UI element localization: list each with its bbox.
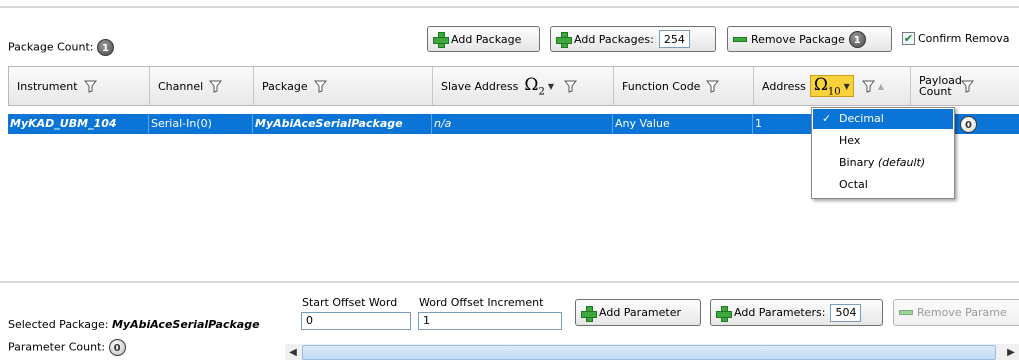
- column-label: Package: [262, 79, 308, 93]
- filter-icon[interactable]: [83, 80, 97, 93]
- filter-icon[interactable]: [313, 80, 327, 93]
- cell-slave-address[interactable]: n/a: [432, 114, 613, 134]
- add-package-button[interactable]: Add Package: [427, 26, 540, 52]
- cell-channel[interactable]: Serial-In(0): [149, 114, 253, 134]
- filter-icon[interactable]: [706, 80, 720, 93]
- dropdown-arrow-icon: ▼: [843, 81, 850, 91]
- minus-icon: [733, 36, 747, 42]
- address-radix-selector[interactable]: Ω10 ▼: [809, 74, 854, 98]
- plus-icon: [581, 305, 597, 322]
- plus-icon: [556, 32, 572, 48]
- menu-item-octal[interactable]: Octal: [813, 175, 953, 195]
- menu-item-label: Octal: [839, 178, 868, 191]
- remove-package-badge: 1: [848, 30, 866, 48]
- radix-symbol: Ω: [524, 74, 539, 95]
- remove-parameter-button[interactable]: Remove Parame: [893, 299, 1019, 326]
- package-count-badge: 1: [96, 39, 114, 56]
- scrollbar-thumb[interactable]: [302, 345, 996, 360]
- remove-package-label: Remove Package: [751, 32, 845, 46]
- radix-base: 2: [538, 86, 545, 98]
- column-label: Slave Address: [441, 79, 519, 93]
- filter-icon[interactable]: [861, 80, 875, 93]
- top-divider: [0, 6, 1019, 8]
- menu-item-label: Decimal: [839, 112, 884, 125]
- menu-item-label: Binary: [839, 156, 878, 169]
- column-header-function-code[interactable]: Function Code: [614, 67, 754, 105]
- radix-dropdown-menu: ✓ Decimal Hex Binary (default) Octal: [811, 107, 955, 199]
- menu-item-binary[interactable]: Binary (default): [813, 153, 953, 173]
- add-parameters-count-input[interactable]: 504: [830, 303, 862, 322]
- parameter-count: Parameter Count: 0: [8, 339, 126, 356]
- add-parameter-label: Add Parameter: [599, 306, 682, 319]
- cell-instrument[interactable]: MyKAD_UBM_104: [8, 114, 149, 134]
- scroll-right-icon[interactable]: ▶: [1003, 345, 1019, 360]
- selected-package-name: MyAbiAceSerialPackage: [111, 318, 260, 331]
- radix-base: 10: [827, 86, 841, 98]
- checkmark-icon: ✔: [902, 32, 915, 45]
- confirm-removal-checkbox[interactable]: ✔ Confirm Remova: [902, 32, 1009, 45]
- menu-item-default-note: (default): [877, 156, 926, 169]
- column-label: Instrument: [17, 79, 78, 93]
- minus-icon: [899, 310, 913, 315]
- column-header-slave-address[interactable]: Slave Address Ω2 ▼: [433, 67, 614, 105]
- filter-icon[interactable]: [961, 80, 974, 93]
- filter-icon[interactable]: [209, 80, 223, 93]
- confirm-removal-label: Confirm Remova: [918, 32, 1010, 45]
- column-label: Function Code: [622, 79, 701, 93]
- parameter-count-badge: 0: [108, 339, 126, 356]
- filter-icon[interactable]: [564, 80, 578, 93]
- add-parameter-button[interactable]: Add Parameter: [575, 299, 701, 326]
- column-header-package[interactable]: Package: [254, 67, 433, 105]
- start-offset-label: Start Offset Word: [302, 296, 398, 309]
- cell-function-code[interactable]: Any Value: [613, 114, 753, 134]
- column-header-channel[interactable]: Channel: [150, 67, 254, 105]
- menu-item-hex[interactable]: Hex: [813, 131, 953, 151]
- add-parameters-label: Add Parameters:: [734, 306, 826, 319]
- column-label: Channel: [158, 79, 204, 93]
- add-parameters-button[interactable]: Add Parameters: 504: [710, 299, 883, 326]
- cell-package[interactable]: MyAbiAceSerialPackage: [253, 114, 432, 134]
- horizontal-scrollbar[interactable]: ◀ ▶: [285, 344, 1019, 360]
- package-count-label: Package Count:: [8, 40, 94, 54]
- radix-symbol: Ω: [813, 74, 828, 95]
- remove-package-button[interactable]: Remove Package 1: [727, 26, 892, 52]
- dropdown-arrow-icon[interactable]: ▼: [548, 82, 554, 91]
- radix-selector[interactable]: Ω2: [524, 75, 544, 97]
- grid-header: Instrument Channel Package Slave Address…: [8, 66, 1019, 106]
- start-offset-input[interactable]: 0: [301, 312, 411, 330]
- word-offset-input[interactable]: 1: [418, 312, 562, 330]
- selected-package: Selected Package: MyAbiAceSerialPackage: [8, 318, 260, 331]
- payload-count-badge: 0: [960, 115, 977, 133]
- column-label: Payload Count: [919, 74, 962, 98]
- menu-item-label: Hex: [839, 134, 861, 147]
- add-packages-button[interactable]: Add Packages: 254: [550, 26, 716, 52]
- add-packages-label: Add Packages:: [574, 32, 654, 46]
- selected-package-label: Selected Package:: [8, 318, 109, 331]
- sort-up-icon[interactable]: ▲: [878, 82, 884, 91]
- plus-icon: [433, 32, 449, 48]
- plus-icon: [716, 305, 732, 322]
- column-header-address[interactable]: Address Ω10 ▼ ▲: [754, 67, 911, 105]
- column-header-instrument[interactable]: Instrument: [9, 67, 150, 105]
- section-divider: [0, 281, 1019, 283]
- checkmark-icon: ✓: [822, 112, 832, 125]
- scroll-left-icon[interactable]: ◀: [285, 345, 301, 360]
- add-packages-count-input[interactable]: 254: [658, 30, 690, 48]
- column-header-payload-count[interactable]: Payload Count: [911, 67, 1019, 105]
- remove-parameter-label: Remove Parame: [917, 306, 1007, 319]
- add-package-label: Add Package: [451, 32, 522, 46]
- package-count: Package Count: 1: [8, 39, 114, 56]
- menu-item-decimal[interactable]: ✓ Decimal: [813, 109, 953, 129]
- parameter-count-label: Parameter Count:: [8, 340, 106, 354]
- word-offset-label: Word Offset Increment: [419, 296, 544, 309]
- column-label: Address: [762, 79, 806, 93]
